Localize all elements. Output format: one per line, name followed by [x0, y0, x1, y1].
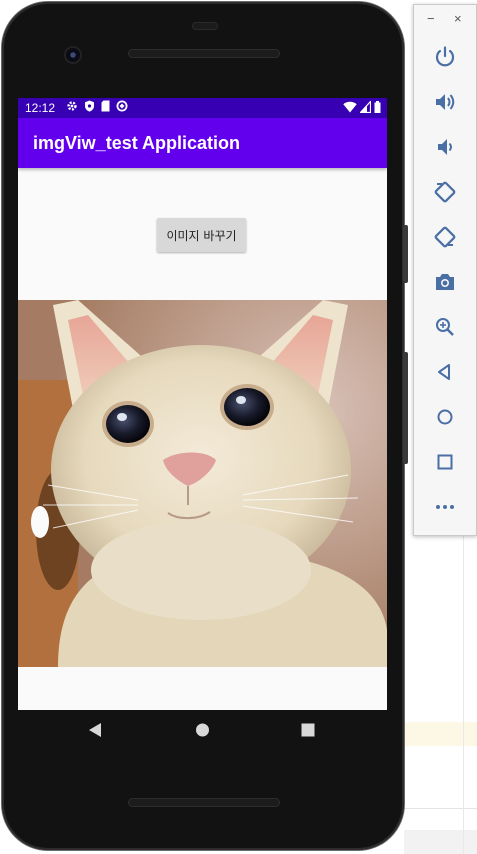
- front-camera: [66, 48, 80, 62]
- rotate-right-icon[interactable]: [433, 225, 457, 249]
- settings-icon: [67, 101, 77, 111]
- app-title: imgViw_test Application: [33, 133, 241, 153]
- ide-divider: [404, 808, 477, 809]
- status-notification-icons: [66, 100, 128, 112]
- volume-down-icon[interactable]: [433, 135, 457, 159]
- minimize-button[interactable]: −: [427, 11, 435, 26]
- ide-gutter-line: [463, 535, 464, 854]
- shield-icon: [85, 100, 94, 112]
- change-image-button[interactable]: 이미지 바꾸기: [157, 218, 246, 252]
- app-bar: imgViw_test Application: [18, 118, 387, 168]
- more-icon[interactable]: [433, 495, 457, 519]
- overview-icon[interactable]: [301, 722, 315, 738]
- proximity-sensor: [192, 22, 218, 30]
- emulator-toolbar: − ×: [413, 4, 477, 536]
- image-view: [18, 300, 387, 667]
- sd-card-icon: [101, 100, 110, 112]
- side-button-power: [403, 225, 408, 283]
- volume-up-icon[interactable]: [433, 90, 457, 114]
- side-button-volume: [403, 352, 408, 464]
- status-bar: 12:12: [18, 98, 387, 118]
- cellular-signal-icon: [360, 101, 371, 113]
- power-icon[interactable]: [433, 45, 457, 69]
- close-button[interactable]: ×: [454, 11, 462, 26]
- back-icon[interactable]: [88, 722, 102, 738]
- ide-highlight-line: [404, 722, 477, 746]
- zoom-icon[interactable]: [433, 315, 457, 339]
- status-system-icons: [343, 101, 381, 113]
- wifi-icon: [343, 101, 357, 113]
- overview-square-icon[interactable]: [433, 450, 457, 474]
- bottom-speaker: [128, 798, 280, 807]
- home-circle-icon[interactable]: [433, 405, 457, 429]
- back-triangle-icon[interactable]: [433, 360, 457, 384]
- camera-screenshot-icon[interactable]: [433, 270, 457, 294]
- navigation-bar: [18, 710, 387, 754]
- device-screen: 12:12 imgViw_test Application 이미지 바꾸기: [18, 98, 387, 710]
- data-saver-icon: [116, 100, 128, 112]
- top-speaker: [128, 49, 280, 58]
- rotate-left-icon[interactable]: [433, 180, 457, 204]
- cat-photo: [18, 300, 387, 667]
- ide-bottom-panel: [404, 830, 477, 854]
- home-icon[interactable]: [195, 722, 210, 738]
- battery-icon: [374, 101, 381, 113]
- status-time: 12:12: [25, 101, 56, 115]
